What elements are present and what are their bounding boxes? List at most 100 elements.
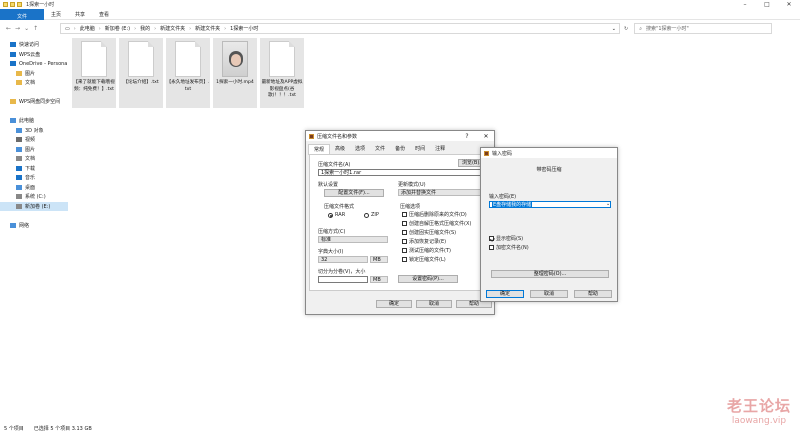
breadcrumb-item[interactable]: 新加卷 (E:) bbox=[105, 25, 130, 32]
sidebar-item[interactable]: 图片 bbox=[0, 69, 68, 79]
option-checkbox[interactable]: 创建固实压缩文件(S) bbox=[402, 229, 456, 236]
cancel-button[interactable]: 取消 bbox=[416, 300, 452, 308]
ok-button[interactable]: 确定 bbox=[376, 300, 412, 308]
breadcrumb-item[interactable]: 新建文件夹 bbox=[160, 25, 185, 32]
manage-passwords-button[interactable]: 整理密码(O)... bbox=[491, 270, 609, 278]
password-option-checkbox[interactable]: 显示密码(S) bbox=[489, 235, 523, 242]
breadcrumb-item[interactable]: 我的 bbox=[140, 25, 150, 32]
file-item[interactable]: 【来了就能下载哦视频：纯免费！】.txt bbox=[72, 38, 116, 108]
ok-button[interactable]: 确定 bbox=[486, 290, 524, 298]
sidebar-item[interactable]: 视频 bbox=[0, 135, 68, 145]
maximize-button[interactable]: □ bbox=[756, 1, 778, 8]
forward-icon[interactable]: → bbox=[15, 25, 20, 32]
quick-access-toolbar[interactable] bbox=[0, 2, 22, 7]
dialog-tab[interactable]: 注释 bbox=[430, 144, 450, 154]
document-icon bbox=[16, 156, 22, 162]
password-label: 输入密码(E) bbox=[489, 194, 517, 200]
folder-icon bbox=[3, 2, 8, 7]
tab-share[interactable]: 共享 bbox=[68, 11, 92, 18]
sidebar-item-label: 3D 对象 bbox=[25, 127, 44, 134]
sidebar-item[interactable]: 网络 bbox=[0, 221, 68, 231]
option-checkbox[interactable]: 创建自解压格式压缩文件(X) bbox=[402, 220, 471, 227]
format-zip-radio[interactable]: ZIP bbox=[364, 212, 379, 218]
breadcrumb-item[interactable]: 新建文件夹 bbox=[195, 25, 220, 32]
checkbox-icon bbox=[489, 245, 494, 250]
sidebar-item[interactable]: WPS云盘 bbox=[0, 50, 68, 60]
ribbon-tabs: 文件 主页 共享 查看 bbox=[0, 8, 800, 20]
password-field[interactable]: E盘存储我的存储 bbox=[489, 201, 611, 208]
tab-home[interactable]: 主页 bbox=[44, 11, 68, 18]
sidebar-item[interactable]: 快速访问 bbox=[0, 40, 68, 50]
selection-info: 已选择 5 个项目 3.13 GB bbox=[33, 425, 92, 432]
sidebar-item[interactable]: OneDrive - Persona bbox=[0, 59, 68, 69]
profiles-button[interactable]: 配置文件(F)... bbox=[324, 189, 384, 197]
format-rar-radio[interactable]: RAR bbox=[328, 212, 345, 218]
checkbox-icon bbox=[402, 248, 407, 253]
file-item[interactable]: 【论坛介绍】.txt bbox=[119, 38, 163, 108]
file-item[interactable]: 最新地址及APP虚拟影视盘点(谷歌)！！！.txt bbox=[260, 38, 304, 108]
file-item[interactable]: 1探索一小时.mp4 bbox=[213, 38, 257, 108]
search-input[interactable]: ⌕ 搜索"1探索一小时" bbox=[634, 23, 773, 34]
cloud-icon bbox=[10, 61, 16, 67]
option-checkbox[interactable]: 测试压缩的文件(T) bbox=[402, 247, 451, 254]
set-password-button[interactable]: 设置密码(P)... bbox=[398, 275, 458, 283]
sidebar-item[interactable]: WPS网盘同步空间 bbox=[0, 97, 68, 107]
method-select[interactable]: 标准 bbox=[318, 236, 388, 243]
sidebar-item bbox=[0, 211, 68, 221]
update-mode-select[interactable]: 添加并替换文件 bbox=[398, 189, 489, 196]
history-chevron-icon[interactable]: ⌄ bbox=[24, 25, 29, 32]
file-name: 1探索一小时.mp4 bbox=[216, 80, 254, 85]
dialog-tab[interactable]: 时间 bbox=[410, 144, 430, 154]
option-checkbox[interactable]: 锁定压缩文件(L) bbox=[402, 256, 446, 263]
chevron-down-icon[interactable]: ⌄ bbox=[606, 201, 610, 207]
sidebar-item[interactable]: 桌面 bbox=[0, 183, 68, 193]
password-dialog: 输入密码 带密码压缩 输入密码(E) E盘存储我的存储 ⌄ 显示密码(S) 加密文… bbox=[480, 147, 618, 302]
help-icon[interactable]: ? bbox=[459, 133, 475, 140]
split-size-field[interactable] bbox=[318, 276, 368, 283]
address-bar[interactable]: ▭ › 此电脑 › 新加卷 (E:) › 我的 › 新建文件夹 › 新建文件夹 … bbox=[60, 23, 620, 34]
chevron-down-icon[interactable]: ⌄ bbox=[612, 26, 619, 32]
sidebar-item-label: 下载 bbox=[25, 165, 36, 172]
archive-name-field[interactable]: 1探索一小时1.rar bbox=[318, 169, 489, 176]
dict-select[interactable]: 32 bbox=[318, 256, 368, 263]
breadcrumb-item[interactable]: 1探索一小时 bbox=[230, 25, 258, 32]
back-icon[interactable]: ← bbox=[6, 25, 11, 32]
sidebar-item[interactable]: 3D 对象 bbox=[0, 126, 68, 136]
cancel-button[interactable]: 取消 bbox=[530, 290, 568, 298]
sidebar-item[interactable]: 新加卷 (E:) bbox=[0, 201, 68, 211]
dialog-tab[interactable]: 文件 bbox=[370, 144, 390, 154]
sidebar-item[interactable]: 系统 (C:) bbox=[0, 192, 68, 202]
password-option-checkbox[interactable]: 加密文件名(N) bbox=[489, 244, 529, 251]
dialog-tab[interactable]: 选项 bbox=[350, 144, 370, 154]
up-icon[interactable]: ↑ bbox=[33, 25, 38, 32]
option-checkbox[interactable]: 压缩后删除原来的文件(D) bbox=[402, 211, 467, 218]
split-unit-select[interactable]: MB bbox=[370, 276, 388, 283]
properties-icon[interactable] bbox=[10, 2, 15, 7]
dialog-tab[interactable]: 常规 bbox=[308, 144, 331, 154]
sidebar-item[interactable]: 文档 bbox=[0, 154, 68, 164]
close-icon[interactable]: ✕ bbox=[478, 133, 494, 140]
tab-file[interactable]: 文件 bbox=[0, 8, 44, 20]
help-button[interactable]: 帮助 bbox=[574, 290, 612, 298]
tab-view[interactable]: 查看 bbox=[92, 11, 116, 18]
breadcrumb-item[interactable]: 此电脑 bbox=[80, 25, 95, 32]
split-label: 切分为分卷(V)，大小 bbox=[318, 269, 366, 275]
dialog-tab[interactable]: 备份 bbox=[390, 144, 410, 154]
sidebar-item[interactable]: 音乐 bbox=[0, 173, 68, 183]
sidebar-item[interactable]: 此电脑 bbox=[0, 116, 68, 126]
sidebar-item[interactable]: 文档 bbox=[0, 78, 68, 88]
sidebar-item[interactable]: 图片 bbox=[0, 145, 68, 155]
option-checkbox[interactable]: 添加恢复记录(E) bbox=[402, 238, 446, 245]
file-item[interactable]: 【永久地址发布页】.txt bbox=[166, 38, 210, 108]
dict-unit-select[interactable]: MB bbox=[370, 256, 388, 263]
refresh-icon[interactable]: ↻ bbox=[624, 26, 628, 32]
dialog-tab[interactable]: 高级 bbox=[330, 144, 350, 154]
new-folder-icon[interactable] bbox=[17, 2, 22, 7]
sidebar-item[interactable]: 下载 bbox=[0, 164, 68, 174]
checkbox-icon bbox=[402, 239, 407, 244]
close-window-button[interactable]: ✕ bbox=[778, 1, 800, 8]
desktop-icon bbox=[16, 184, 22, 190]
watermark-url: laowang.vip bbox=[731, 416, 787, 426]
option-label: 添加恢复记录(E) bbox=[409, 239, 447, 245]
minimize-button[interactable]: – bbox=[734, 1, 756, 8]
